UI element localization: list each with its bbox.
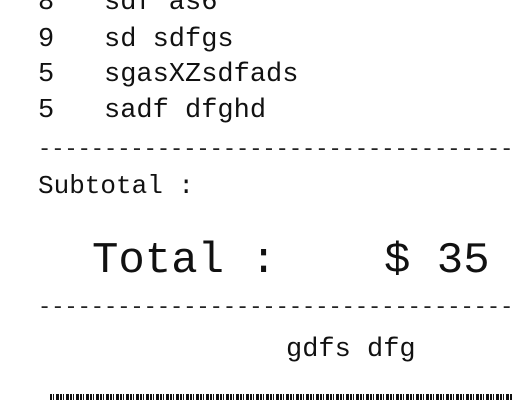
item-quantity: 8 [38,0,55,18]
item-name: sadf dfghd [104,96,267,126]
item-quantity: 5 [38,60,55,90]
item-name: sd sdfgs [104,25,234,55]
item-quantity: 5 [38,96,55,126]
total-value: $ 35 [384,236,490,286]
line-item: 9 sd sdfgs [38,25,234,55]
line-item: 5 sgasXZsdfads [38,60,298,90]
total-label: Total : [92,236,277,286]
item-name: sgasXZsdfads [104,60,299,90]
item-name: sdf as6 [104,0,218,18]
item-quantity: 9 [38,25,55,55]
footer-text: gdfs dfg [286,335,416,365]
separator-line: ----------------------------------------… [38,140,512,160]
separator-line: ----------------------------------------… [38,298,512,318]
barcode [50,394,512,400]
receipt: 8 sdf as6 9 sd sdfgs 5 sgasXZsdfads 5 sa… [0,0,512,400]
line-item: 5 sadf dfghd [38,96,266,126]
subtotal-label: Subtotal : [38,171,195,201]
line-item: 8 sdf as6 [38,0,217,18]
